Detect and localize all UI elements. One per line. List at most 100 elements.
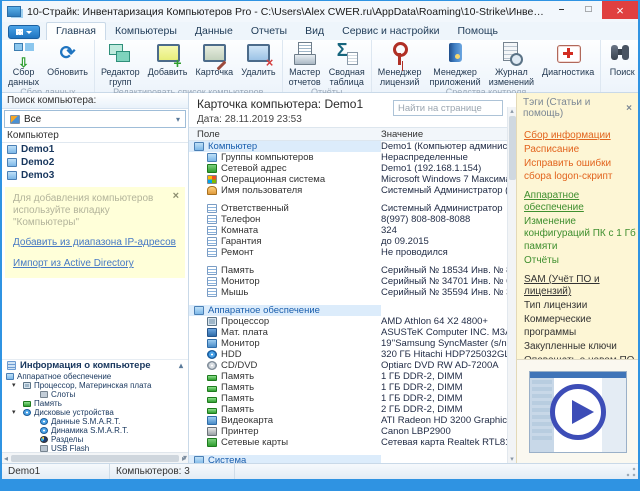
app-menu-button[interactable] [8, 25, 40, 39]
tag-link[interactable]: Расписание [524, 144, 636, 156]
video-tutorial[interactable] [517, 359, 638, 463]
card-row [189, 196, 507, 203]
card-row: Имя пользователя Системный Администратор… [189, 185, 507, 196]
menu-tab[interactable]: Компьютеры [106, 23, 186, 40]
info-icon [7, 361, 16, 370]
ribbon-button[interactable]: Удалить [237, 41, 279, 77]
row-icon [194, 306, 204, 315]
scroll-left-icon[interactable]: ◂ [4, 454, 8, 463]
minimize-button[interactable] [548, 1, 575, 17]
ribbon-button-icon [440, 41, 470, 67]
ribbon-button[interactable]: Менеджер приложений [425, 41, 484, 87]
row-icon [207, 288, 217, 297]
menu-tab[interactable]: Данные [186, 23, 242, 40]
ribbon-button-icon [199, 41, 229, 67]
row-icon [207, 266, 217, 275]
scroll-down-icon[interactable]: ▾ [183, 453, 187, 462]
tree-item-icon [40, 391, 48, 398]
menu-tab[interactable]: Вид [296, 23, 333, 40]
tag-link[interactable]: Аппаратное обеспечение [524, 190, 636, 214]
tag-link[interactable]: Изменение конфигураций ПК с 1 Гб памяти [524, 216, 636, 253]
tree-section-header[interactable]: Информация о компьютере [2, 359, 188, 372]
tag-link[interactable]: Отчёты [524, 255, 636, 267]
menu-tab[interactable]: Отчеты [242, 23, 296, 40]
status-bar: Demo1 Компьютеров: 3 [2, 463, 638, 479]
tree-item[interactable]: Разделы [2, 435, 188, 444]
ribbon-button-icon [153, 41, 183, 67]
tree-item[interactable]: Слоты [2, 390, 188, 399]
app-window: 10-Страйк: Инвентаризация Компьютеров Pr… [0, 0, 640, 491]
tag-link[interactable]: SAM (Учёт ПО и лицензий) [524, 274, 636, 298]
close-icon[interactable] [173, 190, 179, 203]
vertical-scrollbar[interactable]: ▴ ▾ [507, 107, 516, 463]
tip-link[interactable]: Импорт из Active Directory [13, 258, 177, 270]
tip-link[interactable]: Добавить из диапазона IP-адресов [13, 237, 177, 249]
play-icon[interactable] [550, 384, 606, 440]
status-computer-count: Компьютеров: 3 [110, 464, 235, 479]
ribbon-button[interactable]: Добавить [144, 41, 192, 77]
computer-list-item[interactable]: Demo1 [2, 143, 188, 156]
group-filter-value: Все [24, 114, 41, 125]
card-row: CD/DVD Optiarc DVD RW AD-7200A [189, 360, 507, 371]
scrollbar-thumb[interactable] [509, 116, 516, 180]
tree-item[interactable]: Память [2, 399, 188, 408]
computers-sidebar: Поиск компьютера: Все Компьютер Demo1 De… [2, 93, 189, 463]
computer-list-item[interactable]: Demo3 [2, 169, 188, 182]
row-icon [207, 215, 217, 224]
group-filter-dropdown[interactable]: Все [4, 110, 186, 128]
resize-grip[interactable] [625, 466, 637, 478]
ribbon-button[interactable]: Поиск [603, 41, 640, 77]
ribbon-button-icon [290, 41, 320, 67]
tag-link[interactable]: Сбор информации [524, 130, 636, 142]
status-selected-computer: Demo1 [2, 464, 110, 479]
computer-icon [7, 158, 17, 167]
card-row: Ремонт Не проводился [189, 247, 507, 258]
ribbon-group-edit-list: Редактор групп Добавить Карточка Удалить… [95, 40, 283, 92]
ribbon-button[interactable]: Диагностика [538, 41, 598, 77]
scroll-up-icon[interactable]: ▴ [510, 107, 514, 115]
ribbon-button[interactable]: Карточка [191, 41, 237, 77]
find-on-page-input[interactable] [393, 100, 503, 116]
ribbon-button[interactable]: Журнал изменений [485, 41, 538, 87]
scroll-down-icon[interactable]: ▾ [510, 455, 514, 463]
computer-list-item[interactable]: Demo2 [2, 156, 188, 169]
tag-link[interactable]: Исправить ошибки сбора logon-скрипт [524, 158, 636, 182]
menu-tab[interactable]: Главная [46, 22, 106, 40]
ribbon-button[interactable]: Сбор данных [4, 41, 43, 87]
tree-item[interactable]: Данные S.M.A.R.T. [2, 417, 188, 426]
card-row: Группы компьютеров Нераспределенные [189, 152, 507, 163]
row-icon [207, 175, 217, 184]
ribbon-toolbar: Сбор данных Обновить Сбор данных Редакто… [2, 40, 638, 93]
tree-item[interactable]: USB Flash [2, 444, 188, 453]
horizontal-scrollbar[interactable]: ◂ ▸ [2, 452, 188, 463]
ribbon-group-control: Менеджер лицензий Менеджер приложений Жу… [372, 40, 601, 92]
ribbon-button[interactable]: Сводная таблица [325, 41, 369, 87]
card-row: Гарантия до 09.2015 [189, 236, 507, 247]
ribbon-button[interactable]: Менеджер лицензий [374, 41, 426, 87]
tree-item-icon [6, 373, 14, 380]
tree-item[interactable]: Дисковые устройства [2, 408, 188, 417]
menu-tab[interactable]: Помощь [448, 23, 507, 40]
tree-item[interactable]: Аппаратное обеспечение [2, 372, 188, 381]
card-table-header: Поле Значение [189, 127, 507, 141]
card-row: Система [189, 455, 507, 463]
tree-item[interactable]: Динамика S.M.A.R.T. [2, 426, 188, 435]
close-icon[interactable] [626, 103, 632, 114]
tag-link[interactable]: Коммерческие программы [524, 314, 636, 338]
tag-link[interactable]: Закупленные ключи [524, 341, 636, 353]
close-button[interactable] [602, 1, 638, 19]
ribbon-button[interactable]: Редактор групп [97, 41, 144, 87]
ribbon-button-icon [243, 41, 273, 67]
menu-tab[interactable]: Сервис и настройки [333, 23, 448, 40]
tag-link[interactable]: Тип лицензии [524, 300, 636, 312]
tree-item[interactable]: Процессор, Материнская плата [2, 381, 188, 390]
ribbon-button[interactable]: Мастер отчетов [285, 41, 325, 87]
scrollbar-thumb[interactable] [11, 455, 179, 462]
ribbon-button[interactable]: Обновить [43, 41, 92, 77]
card-row: Память 1 ГБ DDR-2, DIMM [189, 382, 507, 393]
video-thumbnail [529, 371, 627, 453]
row-icon [207, 164, 217, 173]
ribbon-button-icon [553, 41, 583, 67]
computer-column-header[interactable]: Компьютер [2, 129, 188, 143]
maximize-button[interactable] [575, 1, 602, 17]
